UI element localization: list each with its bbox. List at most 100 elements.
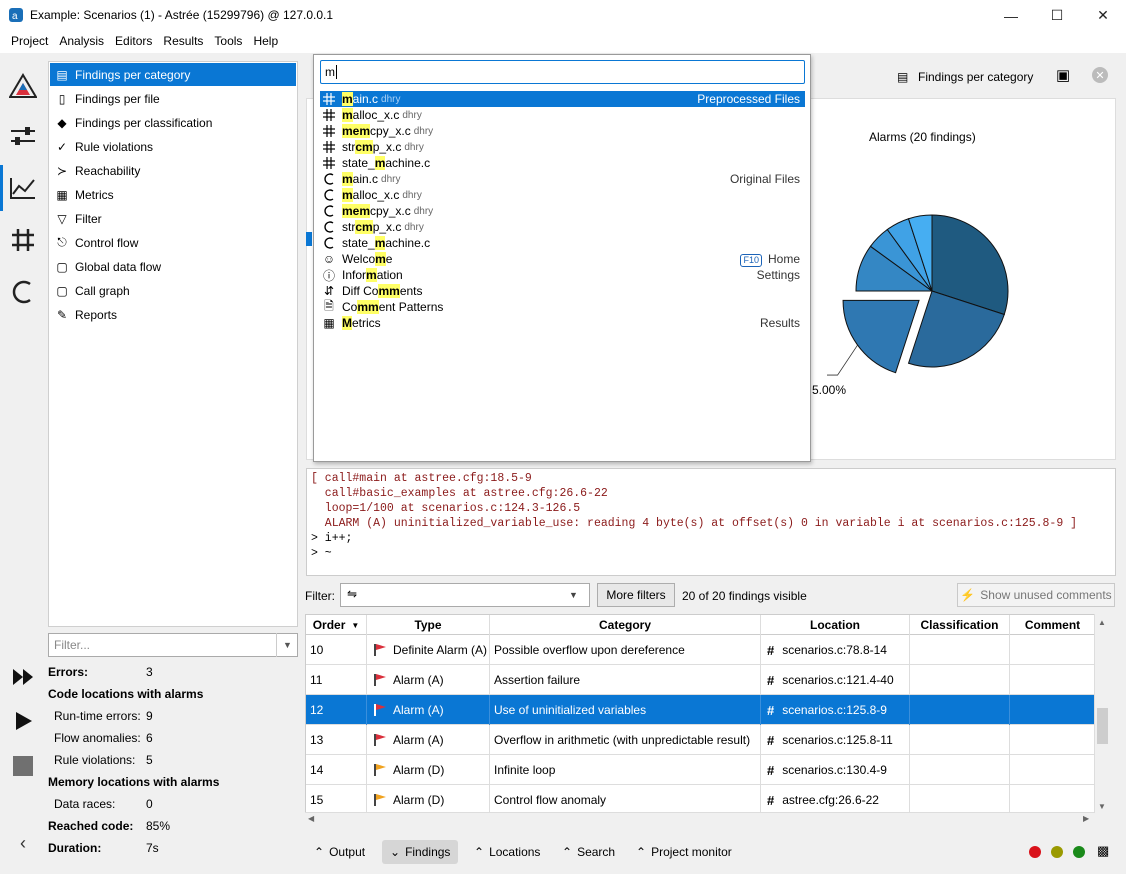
table-cell: Possible overflow upon dereference (490, 635, 761, 665)
tab-search[interactable]: ⌃ Search (554, 840, 623, 864)
tag-icon: ◆ (57, 115, 67, 130)
quick-open-item[interactable]: malloc_x.c dhry (320, 107, 805, 123)
table-scrollbar[interactable]: ▲ ▼ (1094, 614, 1110, 826)
menu-results[interactable]: Results (159, 31, 210, 53)
run-button[interactable] (10, 708, 36, 734)
column-category[interactable]: Category (490, 615, 761, 635)
menu-project[interactable]: Project (0, 31, 55, 53)
tab-locations[interactable]: ⌃ Locations (466, 840, 548, 864)
quick-open-item[interactable]: state_machine.c (320, 235, 805, 251)
astree-logo-icon[interactable] (0, 63, 46, 109)
table-cell: 14 (306, 755, 367, 785)
tab-project-monitor[interactable]: ⌃ Project monitor (628, 840, 740, 864)
nav-filter-input[interactable]: Filter... (48, 633, 298, 657)
quick-open-item[interactable]: ⓘ Information Settings (320, 267, 805, 283)
horizontal-scrollbar[interactable]: ◀ ▶ (305, 812, 1095, 826)
nav-filter[interactable]: ▽ Filter (50, 207, 296, 230)
table-row[interactable]: 15 Alarm (D) Control flow anomaly # astree.c… (306, 785, 1096, 815)
filter-sliders-icon: ⇋ (347, 587, 358, 601)
menu-analysis[interactable]: Analysis (55, 31, 111, 53)
quick-open-item[interactable]: 🗎 Comment Patterns (320, 299, 805, 315)
quick-open-item[interactable]: memcpy_x.c dhry (320, 123, 805, 139)
column-comment[interactable]: Comment (1010, 615, 1096, 635)
table-cell (1010, 725, 1096, 755)
table-row[interactable]: 12 Alarm (A) Use of uninitialized variable… (306, 695, 1096, 725)
maximize-view-icon[interactable]: ▣ (1056, 66, 1070, 84)
table-cell: # scenarios.c:121.4-40 (761, 665, 910, 695)
nav-label: Global data flow (75, 259, 162, 274)
table-row[interactable]: 11 Alarm (A) Assertion failure # scenarios.c… (306, 665, 1096, 695)
minimize-button[interactable]: — (988, 0, 1034, 31)
quick-open-item[interactable]: malloc_x.c dhry (320, 187, 805, 203)
quick-open-item[interactable]: main.c dhry Preprocessed Files (320, 91, 805, 107)
cell-text: 10 (310, 643, 324, 657)
preprocessed-files-icon[interactable] (0, 217, 46, 263)
quick-open-item[interactable]: ▦ Metrics Results (320, 315, 805, 331)
quick-open-input[interactable]: m (320, 60, 805, 84)
table-cell: # scenarios.c:125.8-9 (761, 695, 910, 725)
quick-open-item[interactable]: main.c dhry Original Files (320, 171, 805, 187)
monitor-icon[interactable]: ▩ (1097, 843, 1109, 859)
tab-findings[interactable]: ⌄ Findings (382, 840, 459, 864)
menu-editors[interactable]: Editors (111, 31, 159, 53)
errors-label: Errors: (48, 665, 89, 679)
close-view-icon[interactable]: ✕ (1092, 67, 1108, 83)
quick-open-item[interactable]: ⇵ Diff Comments (320, 283, 805, 299)
menu-tools[interactable]: Tools (210, 31, 249, 53)
column-location[interactable]: Location (761, 615, 910, 635)
settings-sliders-icon[interactable] (0, 113, 46, 159)
nav-label: Filter (75, 211, 102, 226)
run-all-button[interactable] (10, 664, 36, 690)
quick-open-item[interactable]: state_machine.c (320, 155, 805, 171)
chevron-down-icon[interactable]: ▼ (276, 633, 298, 657)
cell-text: Possible overflow upon dereference (494, 643, 685, 657)
original-files-icon[interactable] (0, 269, 46, 315)
stop-button[interactable] (10, 753, 36, 779)
window-title: Example: Scenarios (1) - Astrée (1529979… (30, 8, 334, 22)
output-console[interactable]: [ call#main at astree.cfg:18.5-9 call#ba… (306, 468, 1116, 576)
nav-reachability[interactable]: ≻ Reachability (50, 159, 296, 182)
table-cell (910, 665, 1010, 695)
nav-findings-per-classification[interactable]: ◆ Findings per classification (50, 111, 296, 134)
original-file-icon (322, 205, 336, 217)
chevron-down-icon[interactable]: ▼ (569, 590, 578, 600)
cell-text: Infinite loop (494, 763, 556, 777)
quick-open-item-label: malloc_x.c (342, 108, 400, 122)
original-file-icon (322, 237, 336, 249)
findings-filter-input[interactable]: ⇋ ▼ (340, 583, 590, 607)
flag-icon (373, 674, 387, 686)
table-row[interactable]: 10 Definite Alarm (A) Possible overflow up… (306, 635, 1096, 665)
nav-global-data-flow[interactable]: ▢ Global data flow (50, 255, 296, 278)
table-row[interactable]: 14 Alarm (D) Infinite loop # scenarios.c:130… (306, 755, 1096, 785)
menu-help[interactable]: Help (249, 31, 285, 53)
tab-output[interactable]: ⌃ Output (306, 840, 373, 864)
column-order[interactable]: Order ▼ (306, 615, 367, 635)
scrollbar-thumb[interactable] (1097, 708, 1108, 744)
nav-findings-per-category[interactable]: ▤ Findings per category (50, 63, 296, 86)
table-cell (910, 695, 1010, 725)
table-cell: Alarm (A) (367, 665, 490, 695)
nav-rule-violations[interactable]: ✓ Rule violations (50, 135, 296, 158)
quick-open-item[interactable]: memcpy_x.c dhry (320, 203, 805, 219)
cell-text: Alarm (A) (393, 733, 444, 747)
quick-open-item[interactable]: strcmp_x.c dhry (320, 219, 805, 235)
svg-text:a: a (12, 11, 18, 22)
column-classification[interactable]: Classification (910, 615, 1010, 635)
quick-open-item[interactable]: strcmp_x.c dhry (320, 139, 805, 155)
more-filters-button[interactable]: More filters (597, 583, 675, 607)
collapse-chevron-icon[interactable]: ‹ (10, 830, 36, 856)
nav-metrics[interactable]: ▦ Metrics (50, 183, 296, 206)
nav-control-flow[interactable]: ⎋ Control flow (50, 231, 296, 254)
nav-findings-per-file[interactable]: ▯ Findings per file (50, 87, 296, 110)
results-chart-icon[interactable] (0, 165, 46, 211)
nav-call-graph[interactable]: ▢ Call graph (50, 279, 296, 302)
maximize-button[interactable]: ☐ (1034, 0, 1080, 31)
table-row[interactable]: 13 Alarm (A) Overflow in arithmetic (with … (306, 725, 1096, 755)
nav-reports[interactable]: ✎ Reports (50, 303, 296, 326)
quick-open-item[interactable]: ☺ Welcome F10 Home (320, 251, 805, 267)
column-type[interactable]: Type (367, 615, 490, 635)
close-button[interactable]: ✕ (1080, 0, 1126, 31)
show-unused-comments-button[interactable]: ⚡ Show unused comments (957, 583, 1115, 607)
quick-open-item-label: state_machine.c (342, 236, 431, 250)
pie-slice[interactable] (842, 299, 920, 374)
